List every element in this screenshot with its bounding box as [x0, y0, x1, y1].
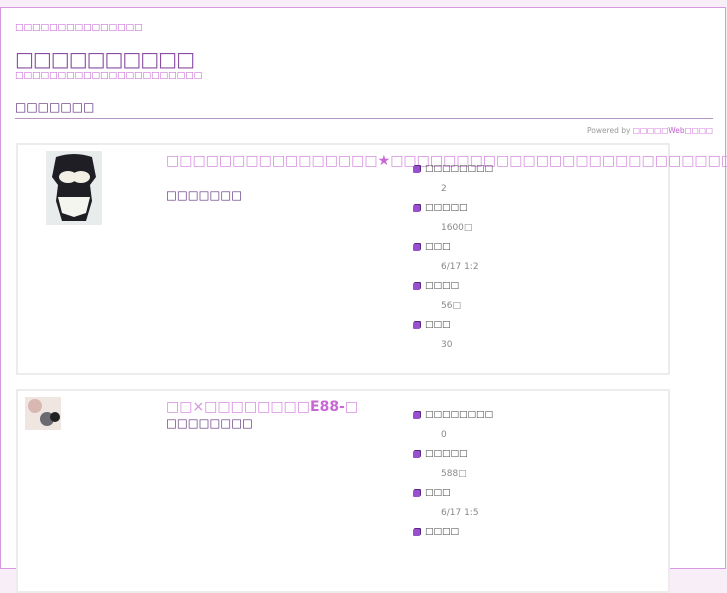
- info-value: 6/17 1:5: [441, 507, 479, 518]
- bullet-icon: [413, 321, 420, 329]
- product-info: □□□□□□□□ 2 □□□□□ 1600□ □□□ 6/17 1:2 □□□□…: [413, 159, 493, 354]
- info-value: 588□: [441, 468, 467, 479]
- label-text: □□□□: [425, 281, 460, 291]
- bullet-icon: [413, 528, 420, 536]
- site-title[interactable]: □□□□□□□□□□: [15, 47, 195, 71]
- powered-by: Powered by □□□□□Web□□□□: [587, 126, 713, 135]
- info-value: 6/17 1:2: [441, 261, 479, 272]
- label-text: □□□□□□□□: [425, 410, 494, 420]
- divider: [15, 118, 713, 119]
- info-label: □□□□□□□□: [413, 159, 493, 179]
- product-info: □□□□□□□□ 0 □□□□□ 588□ □□□ 6/17 1:5 □□□□: [413, 405, 493, 542]
- label-text: □□□: [425, 242, 451, 252]
- bullet-icon: [413, 204, 420, 212]
- title-part: □□×□□□□□□□□: [166, 399, 311, 415]
- title-part: □□□□□□□□□□□□□□□□: [166, 153, 378, 169]
- label-text: □□□□□□□□: [425, 164, 494, 174]
- info-value: 56□: [441, 300, 461, 311]
- product-title[interactable]: □□□□□□□□□□□□□□□□★□□□□□□□□□□□□□□□□□□□□□□□…: [166, 153, 727, 170]
- bullet-icon: [413, 489, 420, 497]
- product-image[interactable]: [46, 151, 102, 225]
- info-value: 2: [441, 183, 447, 194]
- info-label: □□□□□: [413, 198, 493, 218]
- product-title[interactable]: □□×□□□□□□□□E88-□: [166, 399, 411, 416]
- info-label: □□□: [413, 315, 493, 335]
- site-description: □□□□□□□□□□□□□□□□□□□□□□: [15, 71, 203, 81]
- product-image[interactable]: [25, 397, 61, 430]
- label-text: □□□□□: [425, 203, 468, 213]
- info-value: 1600□: [441, 222, 473, 233]
- bullet-icon: [413, 282, 420, 290]
- powered-prefix: Powered by: [587, 126, 633, 135]
- info-label: □□□□□□□□: [413, 405, 493, 425]
- top-note: □□□□□□□□□□□□□□□: [15, 23, 143, 33]
- bullet-icon: [413, 243, 420, 251]
- label-text: □□□: [425, 488, 451, 498]
- section-heading: □□□□□□□: [15, 100, 95, 114]
- label-text: □□□□: [425, 527, 460, 537]
- bullet-icon: [413, 450, 420, 458]
- title-part: □: [344, 399, 359, 415]
- powered-link[interactable]: □□□□□Web□□□□: [633, 126, 713, 135]
- label-text: □□□: [425, 320, 451, 330]
- info-label: □□□: [413, 237, 493, 257]
- title-model: E88-: [310, 399, 345, 415]
- bullet-icon: [413, 165, 420, 173]
- info-value: 30: [441, 339, 453, 350]
- bullet-icon: [413, 411, 420, 419]
- product-card: □□×□□□□□□□□E88-□ □□□□□□□□ □□□□□□□□ 0 □□□…: [16, 389, 670, 593]
- title-star: ★: [377, 153, 391, 169]
- info-value: 0: [441, 429, 447, 440]
- shop-name[interactable]: □□□□□□□: [166, 188, 242, 202]
- info-label: □□□: [413, 483, 493, 503]
- product-card: □□□□□□□□□□□□□□□□★□□□□□□□□□□□□□□□□□□□□□□□…: [16, 143, 727, 375]
- label-text: □□□□□: [425, 449, 468, 459]
- info-label: □□□□: [413, 522, 493, 542]
- page: □□□□□□□□□□□□□□□ □□□□□□□□□□ □□□□□□□□□□□□□…: [0, 7, 727, 593]
- info-label: □□□□□: [413, 444, 493, 464]
- shop-name[interactable]: □□□□□□□□: [166, 416, 253, 430]
- info-label: □□□□: [413, 276, 493, 296]
